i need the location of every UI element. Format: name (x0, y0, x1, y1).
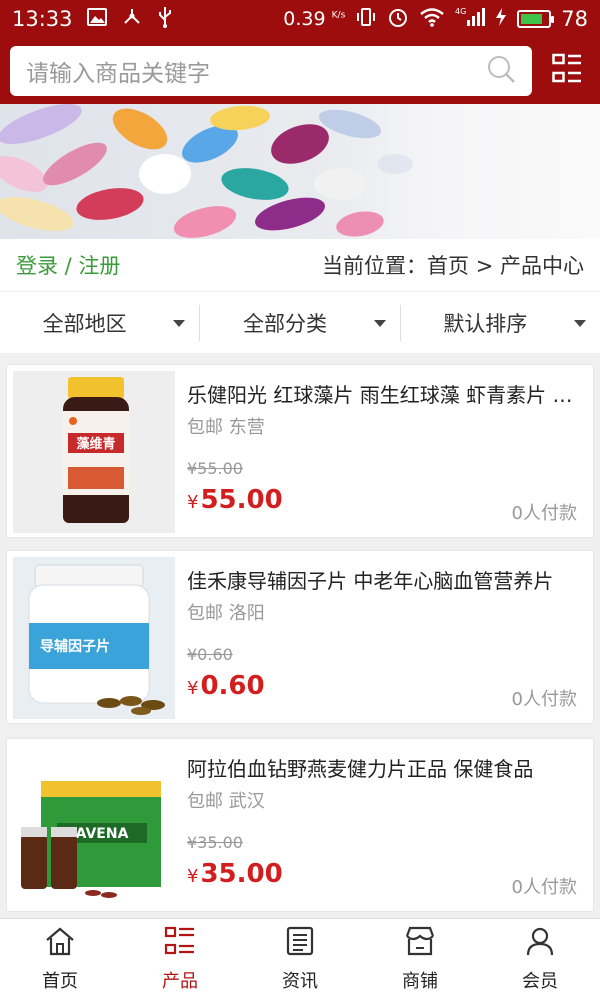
status-time: 13:33 (12, 7, 73, 31)
product-meta: 包邮 武汉 (187, 787, 265, 813)
grid-list-icon (552, 53, 582, 89)
tab-products-label: 产品 (162, 971, 198, 992)
product-price: ¥35.00 (187, 859, 283, 889)
vibrate-icon (355, 7, 377, 32)
user-icon (525, 926, 555, 961)
product-original-price: ¥0.60 (187, 645, 233, 664)
network-speed-value: 0.39 (283, 8, 326, 30)
currency-symbol: ¥ (187, 492, 199, 513)
product-title[interactable]: 佳禾康导辅因子片 中老年心脑血管营养片 (187, 565, 585, 594)
pills-banner-image (0, 104, 413, 238)
product-original-price: ¥35.00 (187, 833, 243, 852)
news-icon (285, 926, 315, 961)
product-shipping: 包邮 (187, 603, 223, 624)
filter-category-label: 全部分类 (242, 311, 327, 336)
network-speed: 0.39 K/s (283, 8, 345, 30)
caret-down-icon (573, 319, 586, 327)
product-image[interactable]: 导辅因子片 (13, 557, 175, 719)
filter-category-dropdown[interactable]: 全部分类 (199, 304, 399, 341)
current-location: 当前位置：首页 > 产品中心 (322, 254, 584, 278)
search-input[interactable]: 请输入商品关键字 (26, 54, 486, 88)
tab-stores-label: 商铺 (402, 971, 438, 992)
filter-region-label: 全部地区 (42, 311, 127, 336)
tab-news[interactable]: 资讯 (240, 919, 360, 1000)
wifi-icon (419, 7, 445, 32)
tab-home[interactable]: 首页 (0, 919, 120, 1000)
image-icon (86, 7, 107, 31)
category-menu-button[interactable] (544, 48, 590, 94)
product-2-bottle-text: 导辅因子片 (40, 638, 110, 655)
product-price: ¥55.00 (187, 485, 283, 515)
product-buyers: 0人付款 (511, 503, 577, 524)
tab-member[interactable]: 会员 (480, 919, 600, 1000)
caret-down-icon (173, 319, 186, 327)
login-register-link[interactable]: 登录 / 注册 (16, 250, 120, 280)
battery-level: 78 (561, 7, 588, 31)
home-icon (44, 926, 76, 961)
tab-news-label: 资讯 (282, 971, 318, 992)
caret-down-icon (373, 319, 386, 327)
status-bar: 13:33 0.39 K/s 4G 78 (0, 0, 600, 38)
battery-icon (517, 10, 555, 28)
product-meta: 包邮 东营 (187, 413, 265, 439)
product-1-bottle-text: 藻维青 (76, 436, 115, 452)
search-icon[interactable] (486, 54, 516, 88)
product-image[interactable]: AVENA (13, 745, 175, 907)
product-city: 洛阳 (228, 603, 265, 624)
product-card[interactable]: AVENA 阿拉伯血钻野燕麦健力片正品 保健食品 包邮 武汉 ¥35.00 ¥3… (6, 738, 594, 912)
product-title[interactable]: 阿拉伯血钻野燕麦健力片正品 保健食品 (187, 753, 585, 782)
network-speed-unit: K/s (331, 10, 346, 21)
product-city: 东营 (228, 417, 265, 438)
filter-bar: 全部地区 全部分类 默认排序 (0, 291, 600, 353)
pills-banner[interactable] (0, 104, 600, 239)
product-buyers: 0人付款 (511, 689, 577, 710)
product-price-value: 0.60 (200, 671, 265, 701)
alarm-icon (387, 6, 409, 33)
tab-products[interactable]: 产品 (120, 919, 240, 1000)
app-header: 请输入商品关键字 (0, 38, 600, 104)
product-image[interactable]: 藻维青 (13, 371, 175, 533)
usb-icon (157, 6, 173, 33)
network-type: 4G (455, 7, 466, 16)
breadcrumb: 登录 / 注册 当前位置：首页 > 产品中心 (0, 239, 600, 291)
currency-symbol: ¥ (187, 866, 199, 887)
bottom-tab-bar: 首页 产品 资讯 商铺 会员 (0, 918, 600, 1000)
signal-icon: 4G (455, 6, 486, 33)
product-title[interactable]: 乐健阳光 红球藻片 雨生红球藻 虾青素片 软胶囊 (187, 379, 585, 408)
tab-home-label: 首页 (42, 971, 78, 992)
product-shipping: 包邮 (187, 417, 223, 438)
product-shipping: 包邮 (187, 791, 223, 812)
product-card[interactable]: 导辅因子片 佳禾康导辅因子片 中老年心脑血管营养片 包邮 洛阳 ¥0.60 ¥0… (6, 550, 594, 724)
charging-icon (495, 7, 507, 32)
search-bar[interactable]: 请输入商品关键字 (10, 46, 533, 96)
tab-member-label: 会员 (522, 971, 558, 992)
product-price-value: 35.00 (200, 859, 283, 889)
product-price: ¥0.60 (187, 671, 265, 701)
usb-share-icon (121, 7, 143, 32)
product-meta: 包邮 洛阳 (187, 599, 265, 625)
product-price-value: 55.00 (200, 485, 283, 515)
currency-symbol: ¥ (187, 678, 199, 699)
product-city: 武汉 (228, 791, 265, 812)
product-buyers: 0人付款 (511, 877, 577, 898)
product-list-icon (164, 926, 196, 961)
product-original-price: ¥55.00 (187, 459, 243, 478)
tab-stores[interactable]: 商铺 (360, 919, 480, 1000)
filter-sort-label: 默认排序 (443, 311, 528, 336)
product-3-box-text: AVENA (76, 826, 129, 842)
store-icon (404, 926, 436, 961)
filter-region-dropdown[interactable]: 全部地区 (0, 305, 199, 341)
product-card[interactable]: 藻维青 乐健阳光 红球藻片 雨生红球藻 虾青素片 软胶囊 包邮 东营 ¥55.0… (6, 364, 594, 538)
filter-sort-dropdown[interactable]: 默认排序 (399, 304, 600, 341)
